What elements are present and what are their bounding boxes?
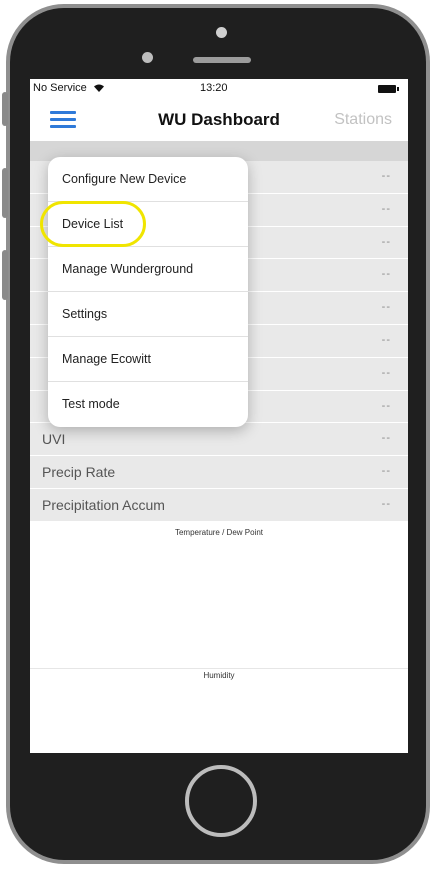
humidity-chart-title: Humidity [203,671,235,680]
row-label: Precip Rate [42,464,116,481]
mute-switch [2,92,8,126]
list-item-uvi: UVI -- [30,423,408,457]
menu-item-test-mode[interactable]: Test mode [48,382,248,427]
carrier-label: No Service [33,82,87,94]
navigation-bar: WU Dashboard Stations [30,99,408,141]
row-value: -- [381,497,391,510]
status-bar: No Service 13:20 [30,79,408,99]
menu-item-label: Settings [62,307,108,321]
row-value: -- [381,170,391,182]
front-camera-icon [216,27,227,38]
row-value: -- [381,235,391,248]
volume-up-button [2,168,8,218]
dropdown-menu: Configure New Device Device List Manage … [48,157,248,427]
menu-item-manage-wunderground[interactable]: Manage Wunderground [48,247,248,292]
row-value: -- [381,268,391,281]
app-screen: No Service 13:20 WU Dashboard Stations -… [30,79,408,753]
menu-item-settings[interactable]: Settings [48,292,248,337]
stations-button[interactable]: Stations [334,111,392,129]
list-item-precip-rate: Precip Rate -- [30,456,408,489]
temperature-chart-title: Temperature / Dew Point [174,528,264,537]
menu-item-label: Test mode [62,397,120,411]
row-value: -- [381,366,391,379]
sensor-icon [142,52,153,63]
row-value: -- [381,301,391,314]
home-button[interactable] [185,765,257,837]
row-label: Precipitation Accum [42,496,165,513]
row-value: -- [381,399,391,412]
menu-item-label: Configure New Device [62,172,187,186]
charts-area: Temperature / Dew Point Humidity [30,524,408,753]
carrier-status: No Service [33,82,105,94]
chart-separator [30,668,408,669]
menu-item-label: Manage Ecowitt [62,352,151,366]
row-value: -- [381,432,391,445]
row-value: -- [381,465,391,478]
menu-item-label: Manage Wunderground [62,262,194,276]
row-label: UVI [42,431,66,448]
volume-down-button [2,250,8,300]
row-value: -- [381,202,391,215]
highlight-annotation [40,201,146,247]
status-time: 13:20 [200,82,228,94]
menu-item-configure-new-device[interactable]: Configure New Device [48,157,248,202]
wifi-icon [93,84,104,92]
earpiece-speaker [193,57,251,63]
list-item-precip-accum: Precipitation Accum -- [30,488,408,522]
row-value: -- [381,333,391,346]
menu-item-manage-ecowitt[interactable]: Manage Ecowitt [48,337,248,382]
battery-icon [378,85,399,93]
